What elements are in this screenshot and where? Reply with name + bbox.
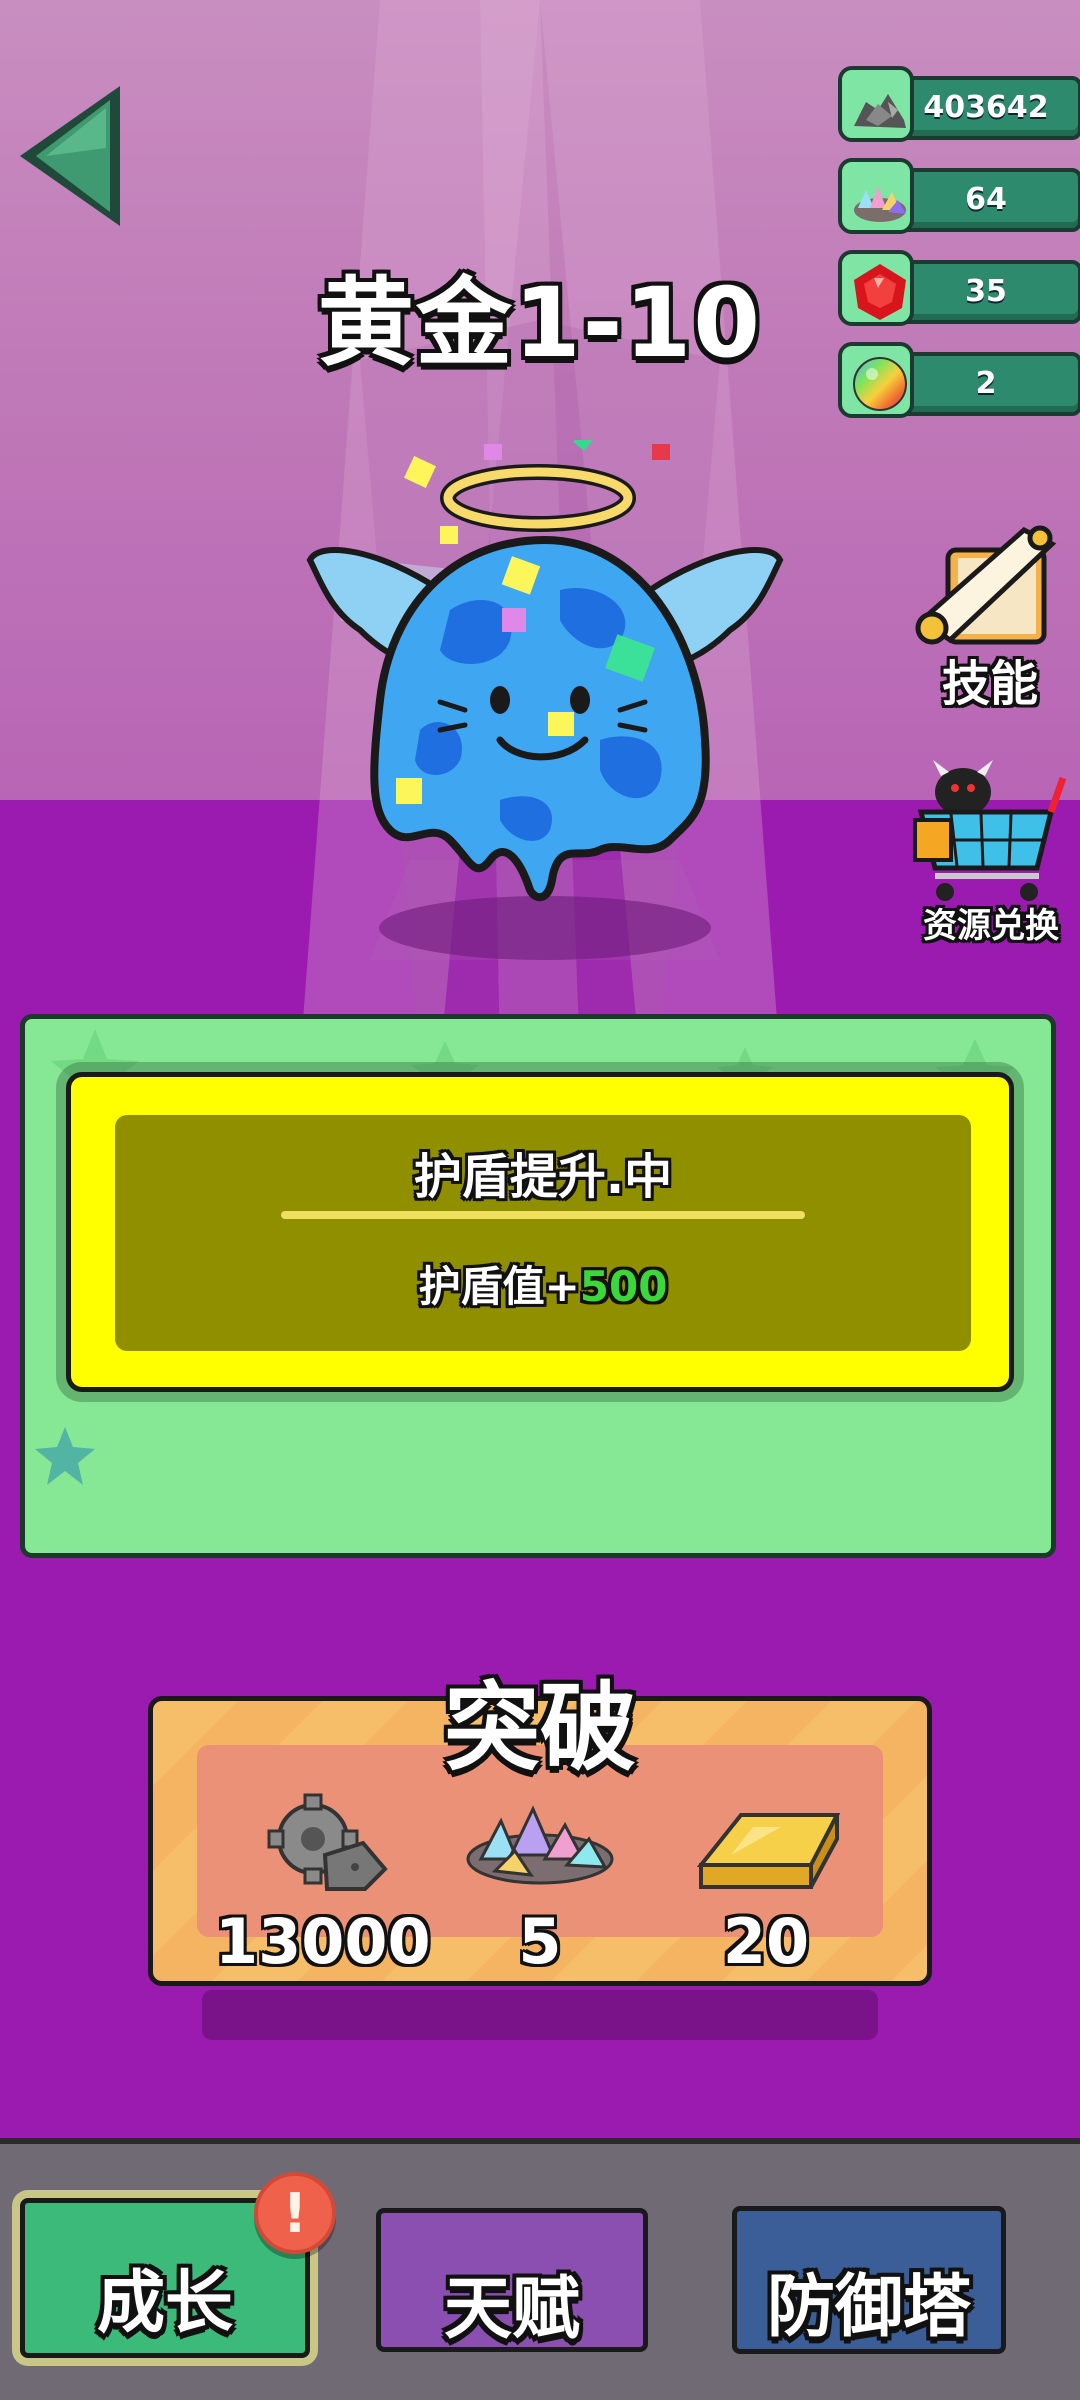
alert-icon: ! xyxy=(282,2182,308,2245)
resource-exchange-button[interactable]: 资源兑换 xyxy=(906,758,1076,948)
tab-defense-tower-label: 防御塔 xyxy=(766,2268,971,2347)
cost-item-gold-bar: 20 xyxy=(661,1785,871,1978)
resource-crystal: 64 xyxy=(838,158,1080,234)
resource-value: 2 xyxy=(975,366,997,401)
gold-bar-icon xyxy=(696,1813,841,1889)
crystal-pile-icon xyxy=(466,1805,614,1885)
reward-desc-prefix: 护盾值+ xyxy=(418,1262,580,1311)
scroll-icon xyxy=(915,525,1057,645)
resource-red-gem: 35 xyxy=(838,250,1080,326)
reward-card[interactable]: 护盾提升.中 护盾值+500 xyxy=(66,1072,1014,1392)
skill-label: 技能 xyxy=(941,656,1038,712)
resource-orb: 2 xyxy=(838,342,1080,418)
reward-description: 护盾值+500 xyxy=(115,1253,971,1314)
cost-item-crystal: 5 xyxy=(435,1785,645,1978)
back-arrow-icon xyxy=(20,86,120,226)
cost-amount: 13000 xyxy=(215,1905,431,1978)
tab-talent-label: 天赋 xyxy=(443,2270,580,2349)
resource-value: 35 xyxy=(965,274,1007,309)
shopping-cart-icon xyxy=(913,760,1067,901)
reward-value: 500 xyxy=(579,1262,668,1311)
resource-value: 403642 xyxy=(923,90,1049,125)
back-button[interactable] xyxy=(10,78,130,234)
resource-ore: 403642 xyxy=(838,66,1080,142)
tab-talent[interactable]: 天赋 xyxy=(376,2208,648,2352)
tab-defense-tower[interactable]: 防御塔 xyxy=(732,2206,1006,2354)
cost-amount: 20 xyxy=(722,1905,810,1978)
breakthrough-shadow xyxy=(202,1990,878,2040)
monster-shadow xyxy=(379,896,711,960)
skill-button[interactable]: 技能 xyxy=(910,524,1070,714)
notification-badge: ! xyxy=(254,2172,336,2254)
breakthrough-button[interactable]: 突破 xyxy=(0,1650,1080,1789)
divider xyxy=(281,1211,805,1219)
resource-value: 64 xyxy=(965,182,1007,217)
cost-amount: 5 xyxy=(518,1905,562,1978)
resource-exchange-label: 资源兑换 xyxy=(923,906,1059,946)
reward-title: 护盾提升.中 xyxy=(413,1149,673,1205)
tab-growth-label: 成长 xyxy=(96,2264,233,2343)
slime-monster-character xyxy=(306,440,784,960)
cost-item-gear-ore: 13000 xyxy=(215,1785,431,1978)
gear-ore-icon xyxy=(267,1793,388,1891)
